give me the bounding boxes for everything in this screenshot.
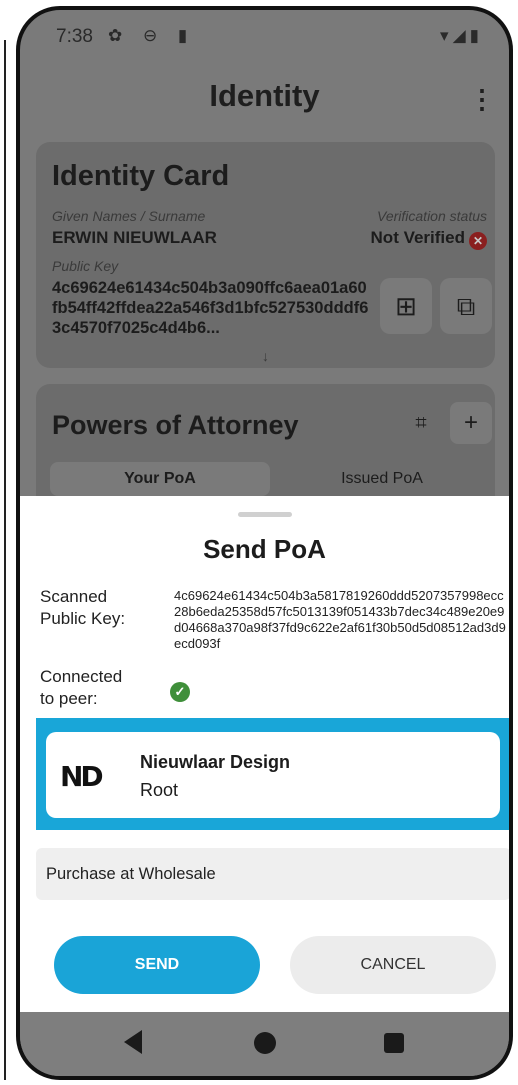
scanned-key-label-text: Scanned Public Key: <box>40 587 126 628</box>
app-bar: Identity ⋮ <box>20 66 509 132</box>
add-poa-button[interactable]: + <box>450 402 492 444</box>
purpose-input[interactable] <box>36 848 509 900</box>
identity-card: Identity Card Given Names / Surname ERWI… <box>36 142 495 368</box>
overflow-menu-icon[interactable]: ⋮ <box>469 84 495 115</box>
org-name: Nieuwlaar Design <box>140 752 291 772</box>
status-time: 7:38 <box>56 26 93 47</box>
qr-code-icon: ⊞ <box>395 291 417 321</box>
verification-status-text: Not Verified <box>370 228 465 247</box>
tab-issued-poa[interactable]: Issued PoA <box>272 462 492 496</box>
qr-code-button[interactable]: ⊞ <box>380 278 432 334</box>
device-edge <box>4 40 6 1080</box>
selected-identity-area: ND Nieuwlaar Design Root <box>36 718 509 830</box>
status-notification-icons: ✿ ⊖ ▮ <box>108 26 196 45</box>
send-button[interactable]: SEND <box>54 936 260 994</box>
name-value: ERWIN NIEUWLAAR <box>52 228 217 247</box>
qr-scan-icon: ⌗ <box>415 412 427 434</box>
verification-status: Not Verified ✕ <box>371 228 487 250</box>
status-signal-battery-icons: ▾◢▮ <box>440 26 483 45</box>
nd-logo-icon: ND <box>60 760 104 793</box>
system-navigation-bar <box>20 1012 509 1076</box>
plus-icon: + <box>463 409 478 436</box>
poa-title: Powers of Attorney <box>52 410 299 440</box>
home-icon[interactable] <box>254 1032 276 1054</box>
connected-peer-label-text: Connected to peer: <box>40 667 123 708</box>
status-bar: 7:38 ✿ ⊖ ▮ ▾◢▮ <box>20 10 509 62</box>
org-role: Root <box>140 780 179 800</box>
send-poa-bottom-sheet: Send PoA Scanned Public Key: 4c69624e614… <box>20 496 509 1036</box>
cancel-button[interactable]: CANCEL <box>290 936 496 994</box>
back-icon[interactable] <box>124 1030 142 1054</box>
name-label: Given Names / Surname <box>52 208 206 224</box>
sheet-title: Send PoA <box>203 534 326 564</box>
not-verified-icon: ✕ <box>469 232 487 250</box>
identity-card-title: Identity Card <box>52 160 230 192</box>
sheet-drag-handle[interactable] <box>238 512 292 517</box>
connected-peer-label: Connected to peer: <box>40 666 122 710</box>
verification-status-label: Verification status <box>377 208 487 224</box>
public-key-label: Public Key <box>52 258 119 274</box>
page-title: Identity <box>209 78 320 113</box>
recents-icon[interactable] <box>384 1033 404 1053</box>
copy-icon: ⧉ <box>456 291 476 321</box>
scanned-key-value: 4c69624e61434c504b3a5817819260ddd5207357… <box>174 588 506 651</box>
copy-key-button[interactable]: ⧉ <box>440 278 492 334</box>
public-key-value: 4c69624e61434c504b3a090ffc6aea01a60fb54f… <box>52 279 369 337</box>
selected-identity-card[interactable]: ND Nieuwlaar Design Root <box>46 732 500 818</box>
connected-check-icon: ✓ <box>170 682 190 702</box>
phone-frame: 7:38 ✿ ⊖ ▮ ▾◢▮ Identity ⋮ Identity Card … <box>16 6 513 1080</box>
scan-qr-button[interactable]: ⌗ <box>400 402 442 444</box>
expand-arrow-icon[interactable]: ↓ <box>36 348 495 364</box>
scanned-key-label: Scanned Public Key: <box>40 586 125 630</box>
tab-your-poa[interactable]: Your PoA <box>50 462 270 496</box>
